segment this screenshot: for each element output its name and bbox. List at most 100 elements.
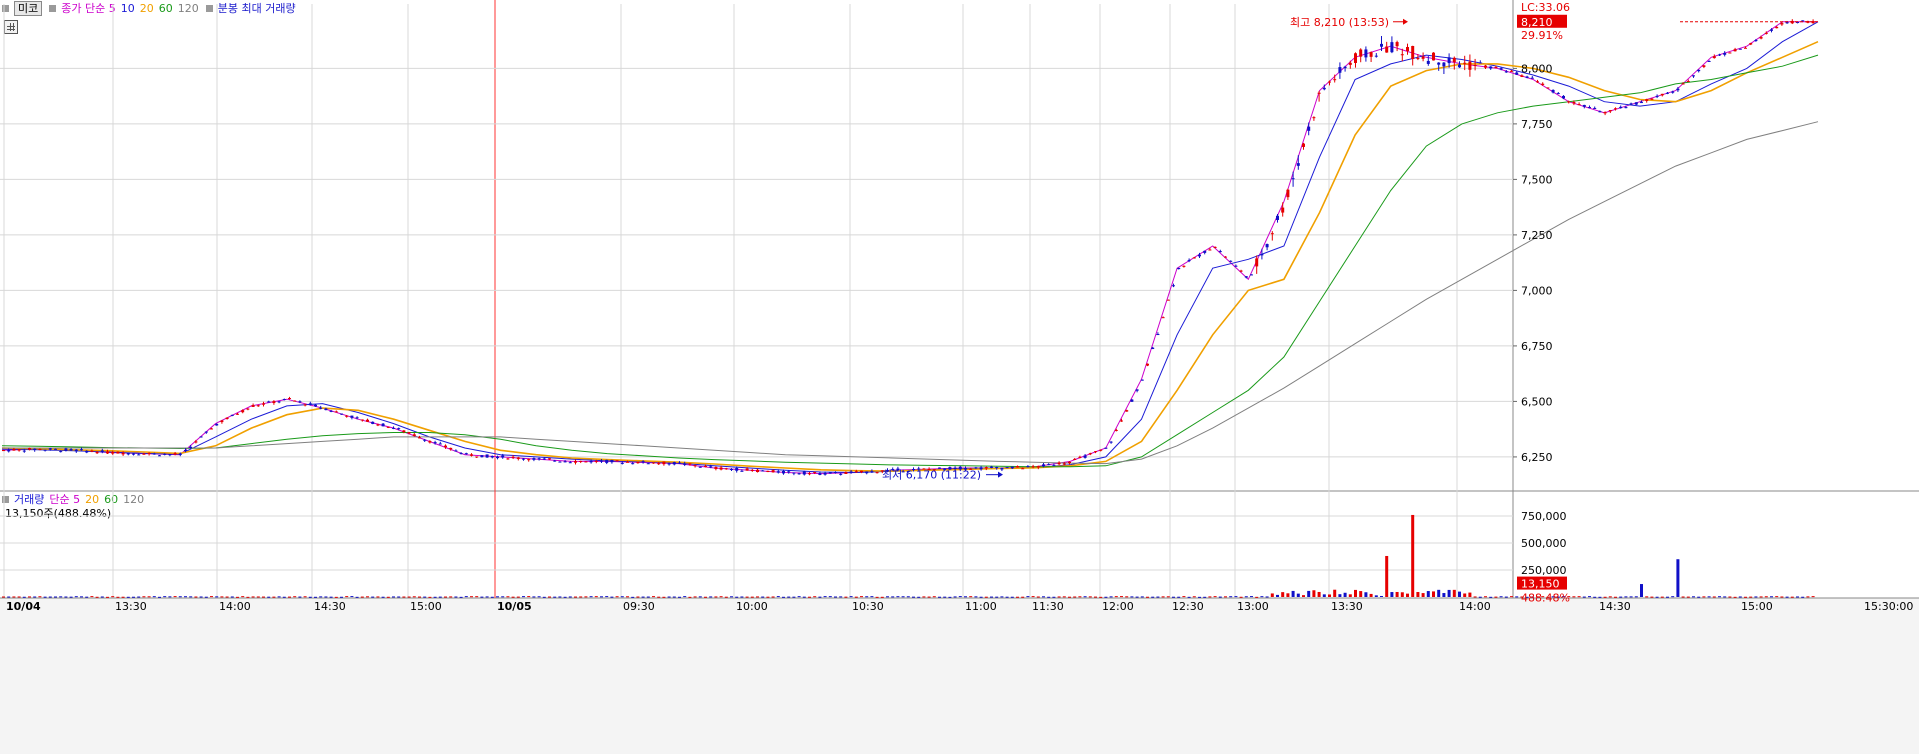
candle-body <box>1458 64 1461 68</box>
candle-body <box>1681 83 1685 85</box>
candle-body <box>724 468 728 470</box>
volume-bar <box>111 596 115 598</box>
candle-body <box>1426 60 1430 64</box>
volume-bar <box>1452 589 1456 597</box>
candle-body <box>59 451 63 453</box>
last-volume-pct: 488.48% <box>1521 592 1570 605</box>
candle-body <box>194 441 198 443</box>
volume-bar <box>267 596 271 598</box>
candle-body <box>600 460 603 462</box>
candle-body <box>116 451 120 454</box>
volume-bar <box>1380 595 1383 597</box>
volume-bar <box>1057 596 1061 598</box>
volume-bar <box>1338 594 1342 597</box>
candle-body <box>501 455 505 458</box>
volume-bar <box>69 596 73 598</box>
volume-bar <box>870 596 874 598</box>
volume-bar <box>1364 592 1368 597</box>
candle-body <box>1094 451 1097 453</box>
volume-bar <box>376 596 380 598</box>
volume-bar <box>1099 596 1103 598</box>
candle-body <box>355 417 359 419</box>
volume-bar <box>849 596 853 598</box>
volume-bar <box>1229 596 1233 598</box>
x-tick-label: 13:30 <box>1331 600 1363 613</box>
candle-body <box>813 471 817 473</box>
volume-bar <box>298 596 302 598</box>
volume-bar <box>85 596 89 598</box>
volume-bar <box>646 596 650 598</box>
volume-bar <box>542 596 546 598</box>
candle-body <box>7 450 11 452</box>
candle-body <box>1520 75 1524 77</box>
volume-tick-label: 250,000 <box>1521 564 1567 577</box>
volume-bar <box>574 596 577 598</box>
volume-bar <box>1068 596 1071 598</box>
volume-bar <box>246 596 250 598</box>
candle-body <box>740 470 744 472</box>
price-chart[interactable]: 최고 8,210 (13:53) 최저 6,170 (11:22) 10/04 13… <box>0 0 1919 754</box>
volume-bar <box>948 596 952 598</box>
candle-body <box>1702 65 1706 67</box>
volume-bar <box>1385 555 1389 597</box>
candle-body <box>750 469 754 471</box>
volume-bar <box>220 596 224 598</box>
candle-body <box>849 471 853 473</box>
volume-bar <box>350 596 354 598</box>
volume-bar <box>990 596 993 598</box>
candle-body <box>173 453 177 455</box>
candle-body <box>688 463 692 465</box>
candle-body <box>584 461 588 463</box>
candle-body <box>1718 54 1721 56</box>
candle-body <box>1140 379 1144 381</box>
candle-body <box>1182 265 1186 267</box>
candle-body <box>1707 60 1711 62</box>
candle-body <box>210 428 213 430</box>
volume-bar <box>464 596 468 598</box>
candle-body <box>1400 54 1404 56</box>
candle-body <box>85 450 89 453</box>
x-tick-label: 11:30 <box>1032 600 1064 613</box>
volume-bar <box>1764 596 1768 598</box>
candle-body <box>54 448 57 450</box>
candle-body <box>1660 93 1664 96</box>
candle-body <box>69 449 73 451</box>
candle-body <box>1312 117 1316 119</box>
volume-bar <box>834 596 837 598</box>
candle-body <box>106 451 109 454</box>
volume-bar <box>1447 589 1451 597</box>
volume-bar <box>392 596 395 598</box>
candle-body <box>1151 347 1155 350</box>
volume-bar <box>121 596 125 598</box>
volume-bar <box>657 596 661 598</box>
volume-bar <box>620 596 624 598</box>
x-tick-label: 10/04 <box>6 600 41 613</box>
volume-bar <box>527 596 531 598</box>
candle-body <box>48 448 52 450</box>
candle-body <box>672 462 676 465</box>
volume-bar <box>1130 596 1134 598</box>
volume-bar <box>1572 596 1576 598</box>
candle-body <box>516 457 520 459</box>
candle-body <box>1530 77 1534 79</box>
volume-bar <box>282 596 286 598</box>
volume-bar <box>48 596 52 598</box>
x-tick-label: 15:30:00 <box>1864 600 1913 613</box>
volume-bar <box>1681 596 1685 598</box>
volume-bar <box>1026 596 1030 598</box>
candle-body <box>834 472 837 474</box>
candle-body <box>1411 45 1415 59</box>
volume-bar <box>1036 596 1040 598</box>
candle-body <box>1369 52 1373 57</box>
volume-bar <box>1296 593 1300 597</box>
candle-body <box>1380 43 1383 47</box>
candle-body <box>589 460 593 463</box>
candle-body <box>1328 81 1331 83</box>
volume-bar <box>1624 596 1628 598</box>
candle-body <box>199 436 203 438</box>
candle-body <box>80 449 83 451</box>
candle-body <box>277 401 281 403</box>
volume-bar <box>371 596 375 598</box>
volume-bar <box>756 596 759 598</box>
volume-bar <box>1000 596 1004 598</box>
